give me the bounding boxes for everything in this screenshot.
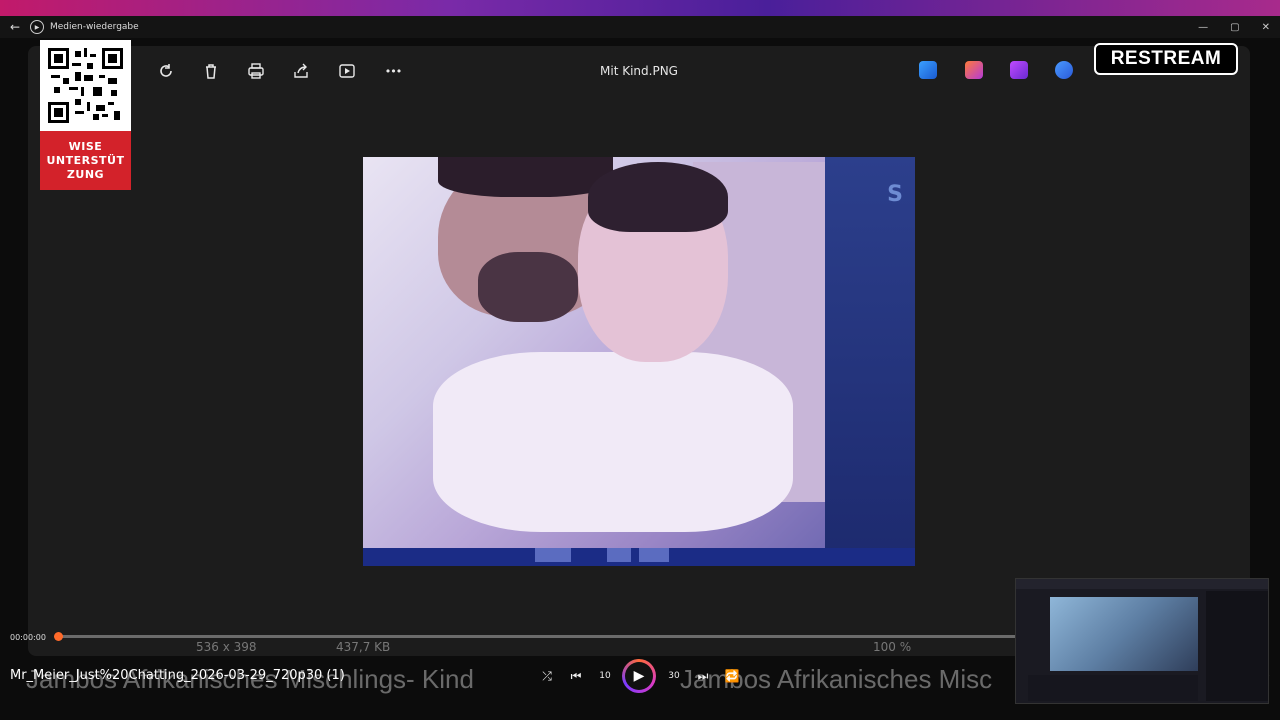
paint-app-icon[interactable]	[965, 61, 983, 79]
restream-logo: RESTREAM	[1094, 43, 1238, 75]
skype-logo-icon: S	[887, 182, 903, 207]
current-time: 00:00:00	[10, 633, 46, 642]
repeat-icon[interactable]: 🔁	[723, 667, 741, 685]
qr-code-icon	[48, 48, 123, 123]
play-button[interactable]: ▶	[622, 659, 656, 693]
seek-bar[interactable]	[54, 632, 1018, 641]
media-filename: Mr_Meier_Just%20Chatting_2026-03-29_720p…	[10, 668, 345, 683]
play-icon: ▶	[625, 662, 653, 690]
next-icon[interactable]: ⏭	[694, 667, 712, 685]
edit-app-icon[interactable]	[919, 61, 937, 79]
filesize-label: 437,7 KB	[336, 640, 391, 654]
back-arrow-icon[interactable]: ←	[0, 20, 30, 34]
close-button[interactable]: ✕	[1262, 22, 1270, 33]
shuffle-icon[interactable]: ⤮	[538, 667, 556, 685]
photo-viewer: ••• Mit Kind.PNG S 536 x 398 437,7 KB 10…	[28, 46, 1250, 656]
zoom-level[interactable]: 100 %	[873, 640, 911, 654]
seek-knob[interactable]	[54, 632, 63, 641]
maximize-button[interactable]: ▢	[1230, 22, 1239, 33]
wise-donation-qr[interactable]: WISE UNTERSTÜT ZUNG	[40, 40, 131, 190]
displayed-photo: S	[363, 157, 915, 566]
window-title: Medien-wiedergabe	[50, 22, 139, 32]
dimensions-label: 536 x 398	[196, 640, 257, 654]
clipchamp-app-icon[interactable]	[1010, 61, 1028, 79]
skip-forward-icon[interactable]: 30	[665, 667, 683, 685]
title-bar: ← ▶ Medien-wiedergabe — ▢ ✕	[0, 16, 1280, 38]
onedrive-app-icon[interactable]	[1055, 61, 1073, 79]
minimize-button[interactable]: —	[1198, 22, 1208, 33]
app-icon: ▶	[30, 20, 44, 34]
viewer-toolbar: ••• Mit Kind.PNG	[28, 46, 1250, 96]
wise-label: WISE UNTERSTÜT ZUNG	[40, 131, 131, 190]
stream-preview-thumbnail	[1015, 578, 1269, 704]
previous-icon[interactable]: ⏮	[567, 667, 585, 685]
skip-back-icon[interactable]: 10	[596, 667, 614, 685]
